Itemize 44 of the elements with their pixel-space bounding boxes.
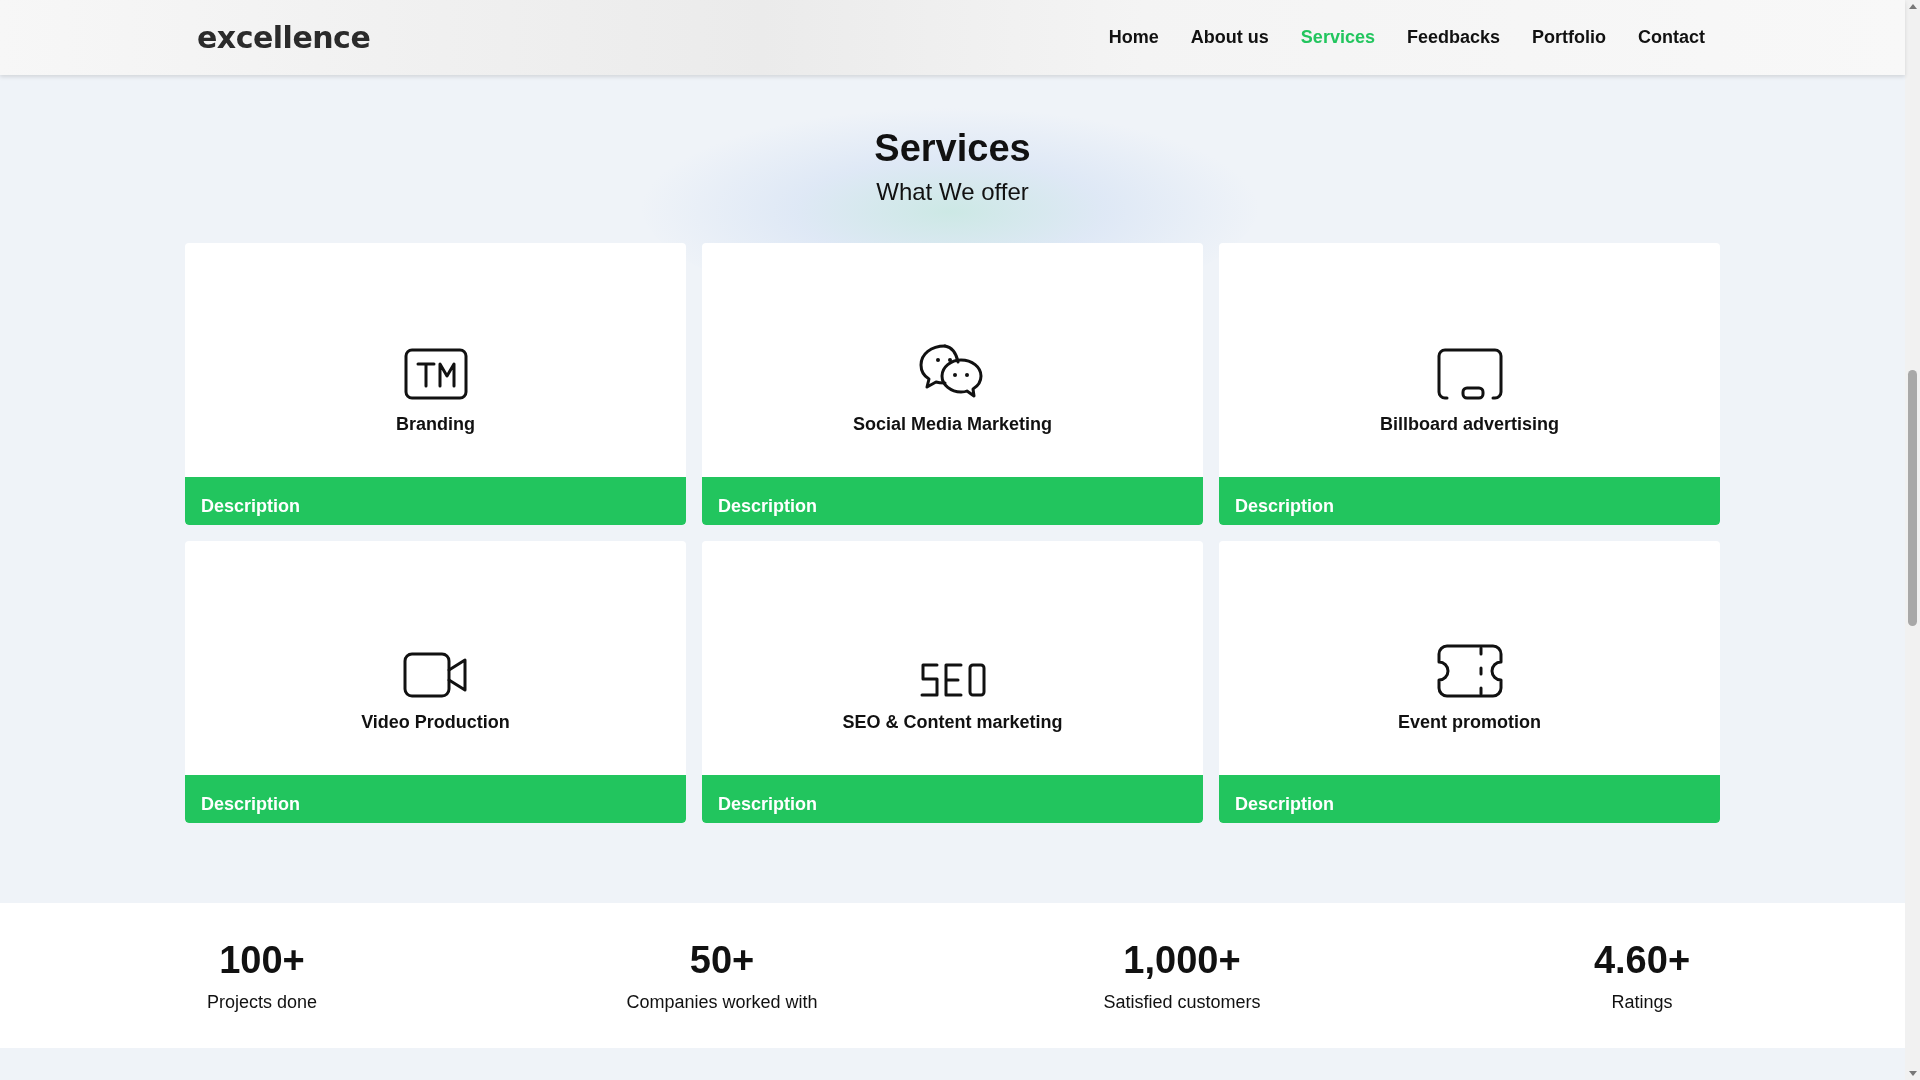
stat-value: 4.60+ [1593, 938, 1691, 982]
service-name: SEO & Content marketing [842, 712, 1063, 733]
description-label: Description [718, 496, 818, 517]
screen-icon [1436, 348, 1503, 400]
nav-link[interactable]: Portfolio [1532, 27, 1606, 48]
service-name: Video Production [361, 712, 510, 733]
scrollbar-thumb[interactable] [1908, 370, 1917, 626]
description-bar[interactable]: Description [1219, 775, 1720, 823]
logo[interactable]: excellence [197, 20, 371, 55]
stat-value: 50+ [689, 938, 755, 982]
ticket-icon [1436, 644, 1503, 698]
scroll-down-icon[interactable] [1908, 1071, 1917, 1076]
section-subtitle: What We offer [876, 177, 1029, 207]
description-label: Description [1235, 496, 1335, 517]
stat-label: Satisfied customers [1103, 991, 1261, 1013]
video-camera-icon [402, 652, 469, 698]
description-bar[interactable]: Description [185, 775, 686, 823]
nav-link[interactable]: About us [1190, 27, 1269, 48]
service-name: Event promotion [1398, 712, 1541, 733]
trademark-icon [403, 348, 468, 400]
service-name: Branding [396, 414, 475, 435]
description-bar[interactable]: Description [185, 477, 686, 525]
service-name: Social Media Marketing [852, 414, 1053, 435]
service-name: Billboard advertising [1379, 414, 1559, 435]
seo-icon [918, 662, 987, 698]
scroll-up-icon[interactable] [1908, 4, 1917, 9]
description-label: Description [1235, 794, 1335, 815]
description-bar[interactable]: Description [702, 775, 1203, 823]
nav-link[interactable]: Feedbacks [1406, 27, 1500, 48]
description-label: Description [718, 794, 818, 815]
nav-link[interactable]: Contact [1638, 27, 1705, 48]
description-bar[interactable]: Description [702, 477, 1203, 525]
stat-label: Ratings [1611, 991, 1673, 1013]
section-title: Services [874, 126, 1031, 171]
description-bar[interactable]: Description [1219, 477, 1720, 525]
description-label: Description [201, 496, 301, 517]
stat-label: Companies worked with [626, 991, 818, 1013]
description-label: Description [201, 794, 301, 815]
stat-value: 1,000+ [1123, 938, 1241, 982]
nav-link[interactable]: Services [1300, 27, 1375, 48]
stat-value: 100+ [219, 938, 305, 982]
nav-link[interactable]: Home [1108, 27, 1159, 48]
stat-label: Projects done [206, 991, 318, 1013]
scrollbar[interactable] [1905, 0, 1920, 1080]
